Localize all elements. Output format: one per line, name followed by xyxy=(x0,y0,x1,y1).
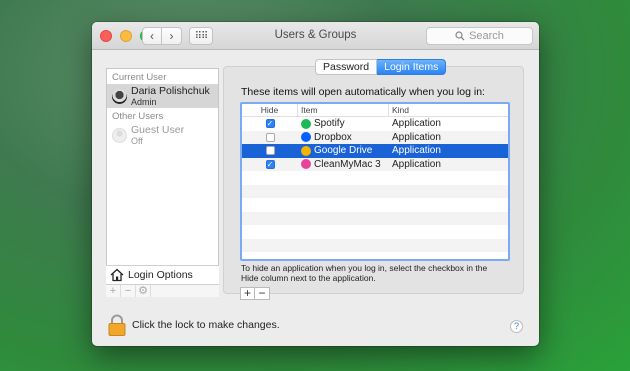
user-name: Daria Polishchuk xyxy=(131,84,210,97)
hide-checkbox[interactable] xyxy=(265,146,275,156)
avatar xyxy=(112,88,127,104)
login-options-item[interactable]: Login Options xyxy=(106,265,219,284)
empty-row xyxy=(242,238,508,252)
hide-checkbox[interactable]: ✓ xyxy=(265,159,275,169)
dropbox-icon xyxy=(301,132,311,143)
gear-icon[interactable]: ⚙ xyxy=(136,285,151,297)
column-hide[interactable]: Hide xyxy=(242,104,298,116)
lock-text: Click the lock to make changes. xyxy=(132,319,280,331)
login-options-label: Login Options xyxy=(128,269,193,281)
lock-row: Click the lock to make changes. xyxy=(108,314,280,336)
item-name: Dropbox xyxy=(314,131,352,143)
table-row[interactable]: Google Drive Application xyxy=(242,144,508,158)
login-items-intro: These items will open automatically when… xyxy=(241,86,485,98)
table-row[interactable]: ✓ Spotify Application xyxy=(242,117,508,131)
search-placeholder: Search xyxy=(469,30,504,42)
hide-cell xyxy=(242,146,298,156)
table-body: ✓ Spotify Application Dropbox Application Goo… xyxy=(242,117,508,252)
house-icon xyxy=(110,268,124,282)
search-icon xyxy=(455,31,465,41)
other-users-header: Other Users xyxy=(112,111,164,122)
google-drive-icon xyxy=(301,145,311,156)
empty-row xyxy=(242,211,508,225)
hide-cell: ✓ xyxy=(242,119,298,129)
users-groups-window: ‹ › ⠿⠿ Users & Groups Search Current Use… xyxy=(92,22,539,346)
tab-login-items[interactable]: Login Items xyxy=(377,59,447,75)
table-row[interactable]: Dropbox Application xyxy=(242,130,508,144)
item-cell: CleanMyMac 3 xyxy=(298,159,389,170)
lock-icon[interactable] xyxy=(108,314,126,336)
item-buttons: + − xyxy=(240,287,270,300)
login-items-table: Hide Item Kind ✓ Spotify Application Dropbo… xyxy=(240,102,510,261)
help-button[interactable]: ? xyxy=(510,320,523,333)
add-user-button[interactable]: + xyxy=(106,285,121,297)
item-cell: Spotify xyxy=(298,118,389,129)
column-kind[interactable]: Kind xyxy=(389,104,508,116)
item-cell: Google Drive xyxy=(298,145,389,156)
kind-cell: Application xyxy=(392,131,441,143)
tab-bar: Password Login Items xyxy=(315,59,447,75)
kind-cell: Application xyxy=(392,145,441,157)
title-bar: ‹ › ⠿⠿ Users & Groups Search xyxy=(92,22,539,50)
user-status: Off xyxy=(131,135,143,146)
hide-cell xyxy=(242,132,298,142)
item-name: Google Drive xyxy=(314,145,373,157)
item-name: Spotify xyxy=(314,118,345,130)
current-user-header: Current User xyxy=(112,72,167,83)
add-item-button[interactable]: + xyxy=(240,287,255,300)
tab-password[interactable]: Password xyxy=(315,59,378,75)
item-name: CleanMyMac 3 xyxy=(314,158,381,170)
hide-cell: ✓ xyxy=(242,159,298,169)
sidebar-toolbar: + − ⚙ xyxy=(106,284,219,297)
empty-row xyxy=(242,171,508,185)
hide-checkbox[interactable] xyxy=(265,132,275,142)
item-cell: Dropbox xyxy=(298,132,389,143)
kind-cell: Application xyxy=(392,158,441,170)
kind-cell: Application xyxy=(392,118,441,130)
search-field[interactable]: Search xyxy=(426,27,533,45)
user-role: Admin xyxy=(131,96,157,107)
table-header: Hide Item Kind xyxy=(242,104,508,117)
empty-row xyxy=(242,198,508,212)
user-name: Guest User xyxy=(131,123,185,136)
empty-row xyxy=(242,225,508,239)
user-item-guest[interactable]: Guest User Off xyxy=(107,123,218,147)
user-item-current[interactable]: Daria Polishchuk Admin xyxy=(107,84,218,108)
column-item[interactable]: Item xyxy=(298,104,389,116)
remove-item-button[interactable]: − xyxy=(255,287,270,300)
user-list: Current User Daria Polishchuk Admin Othe… xyxy=(106,68,219,297)
table-row[interactable]: ✓ CleanMyMac 3 Application xyxy=(242,157,508,171)
empty-row xyxy=(242,184,508,198)
guest-avatar xyxy=(112,127,127,143)
spotify-icon xyxy=(301,118,311,129)
hide-hint: To hide an application when you log in, … xyxy=(241,263,488,283)
hide-checkbox[interactable]: ✓ xyxy=(265,119,275,129)
remove-user-button[interactable]: − xyxy=(121,285,136,297)
cleanmymac-icon xyxy=(301,159,311,170)
